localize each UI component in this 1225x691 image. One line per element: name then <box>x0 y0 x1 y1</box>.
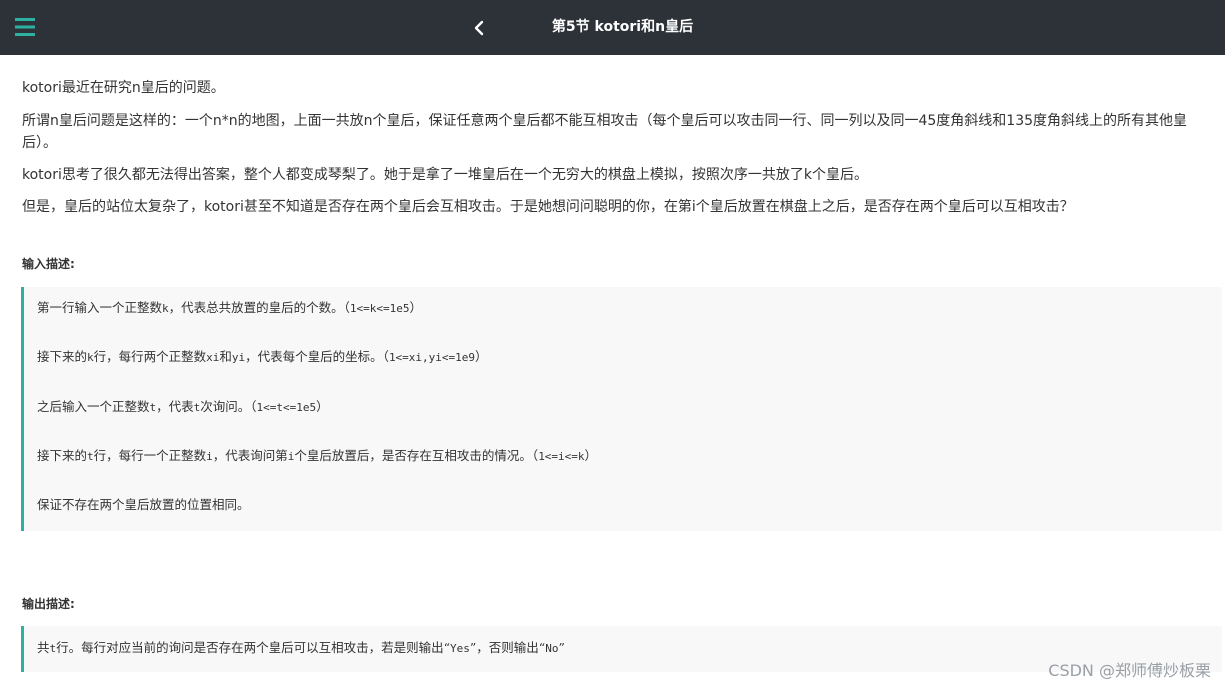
output-description-heading: 输出描述: <box>22 597 75 611</box>
page-title: 第5节 kotori和n皇后 <box>551 19 694 35</box>
text-segment: ，代表 <box>156 399 194 414</box>
input-line: 接下来的k行，每行两个正整数xi和yi，代表每个皇后的坐标。（1<=xi,yi<… <box>37 347 488 368</box>
text-segment: ） <box>475 349 488 364</box>
text-segment: ） <box>584 448 598 463</box>
text-segment: 次询问。（ <box>200 399 257 414</box>
output-description-block: 共t行。每行对应当前的询问是否存在两个皇后可以互相攻击，若是则输出“Yes”，否… <box>21 626 1222 672</box>
text-segment: 第一行输入一个正整数 <box>37 300 163 315</box>
text-segment: 行。每行对应当前的询问是否存在两个皇后可以互相攻击，若是则输出“ <box>56 640 451 655</box>
input-line: 之后输入一个正整数t，代表t次询问。（1<=t<=1e5） <box>37 397 329 418</box>
top-navigation-bar: 第5节 kotori和n皇后 <box>0 0 1225 55</box>
text-segment: 行，每行两个正整数 <box>93 349 207 364</box>
code-segment: t <box>87 450 94 463</box>
code-segment: i <box>206 450 213 463</box>
code-segment: Yes <box>450 642 470 655</box>
input-description-block: 第一行输入一个正整数k，代表总共放置的皇后的个数。（1<=k<=1e5） 接下来… <box>21 287 1222 531</box>
code-segment: 1<=i<=k <box>538 450 585 463</box>
code-segment: No <box>545 642 559 655</box>
input-line: 保证不存在两个皇后放置的位置相同。 <box>37 495 250 515</box>
text-segment: 之后输入一个正整数 <box>37 399 150 414</box>
text-segment: ） <box>316 399 329 414</box>
text-segment: 接下来的 <box>37 349 88 364</box>
text-segment: ） <box>409 300 423 315</box>
text-segment: ”，否则输出“ <box>469 640 546 655</box>
hamburger-menu-icon[interactable] <box>15 17 35 37</box>
problem-paragraph: 但是，皇后的站位太复杂了，kotori甚至不知道是否存在两个皇后会互相攻击。于是… <box>22 199 1074 215</box>
text-segment: ，代表总共放置的皇后的个数。（ <box>168 300 350 315</box>
code-segment: k <box>162 302 169 315</box>
input-line: 接下来的t行，每行一个正整数i，代表询问第i个皇后放置后，是否存在互相攻击的情况… <box>37 446 597 467</box>
chevron-left-icon[interactable] <box>470 18 490 38</box>
text-segment: 共 <box>37 640 50 655</box>
code-segment: xi <box>206 351 220 364</box>
problem-paragraph: kotori最近在研究n皇后的问题。 <box>22 80 225 96</box>
text-segment: 行，每行一个正整数 <box>93 448 207 463</box>
text-segment: ，代表每个皇后的坐标。（ <box>245 349 389 364</box>
output-line: 共t行。每行对应当前的询问是否存在两个皇后可以互相攻击，若是则输出“Yes”，否… <box>37 638 565 659</box>
problem-paragraph: 所谓n皇后问题是这样的：一个n*n的地图，上面一共放n个皇后，保证任意两个皇后都… <box>22 113 1188 151</box>
text-segment: 保证不存在两个皇后放置的位置相同。 <box>37 497 250 512</box>
code-segment: 1<=t<=1e5 <box>256 401 317 414</box>
code-segment: yi <box>231 351 246 364</box>
csdn-watermark: CSDN @郑师傅炒板栗 <box>1048 661 1211 680</box>
text-segment: 和 <box>219 349 232 364</box>
text-segment: 个皇后放置后，是否存在互相攻击的情况。（ <box>294 448 539 463</box>
code-segment: 1<=k<=1e5 <box>349 302 410 315</box>
text-segment: ，代表询问第 <box>212 448 288 463</box>
text-segment: ” <box>558 640 565 655</box>
code-segment: 1<=xi,yi<=1e9 <box>388 351 476 364</box>
input-description-heading: 输入描述: <box>22 257 75 271</box>
text-segment: 接下来的 <box>37 448 88 463</box>
code-segment: k <box>87 351 94 364</box>
input-line: 第一行输入一个正整数k，代表总共放置的皇后的个数。（1<=k<=1e5） <box>37 298 422 319</box>
problem-paragraph: kotori思考了很久都无法得出答案，整个人都变成琴梨了。她于是拿了一堆皇后在一… <box>22 167 868 183</box>
